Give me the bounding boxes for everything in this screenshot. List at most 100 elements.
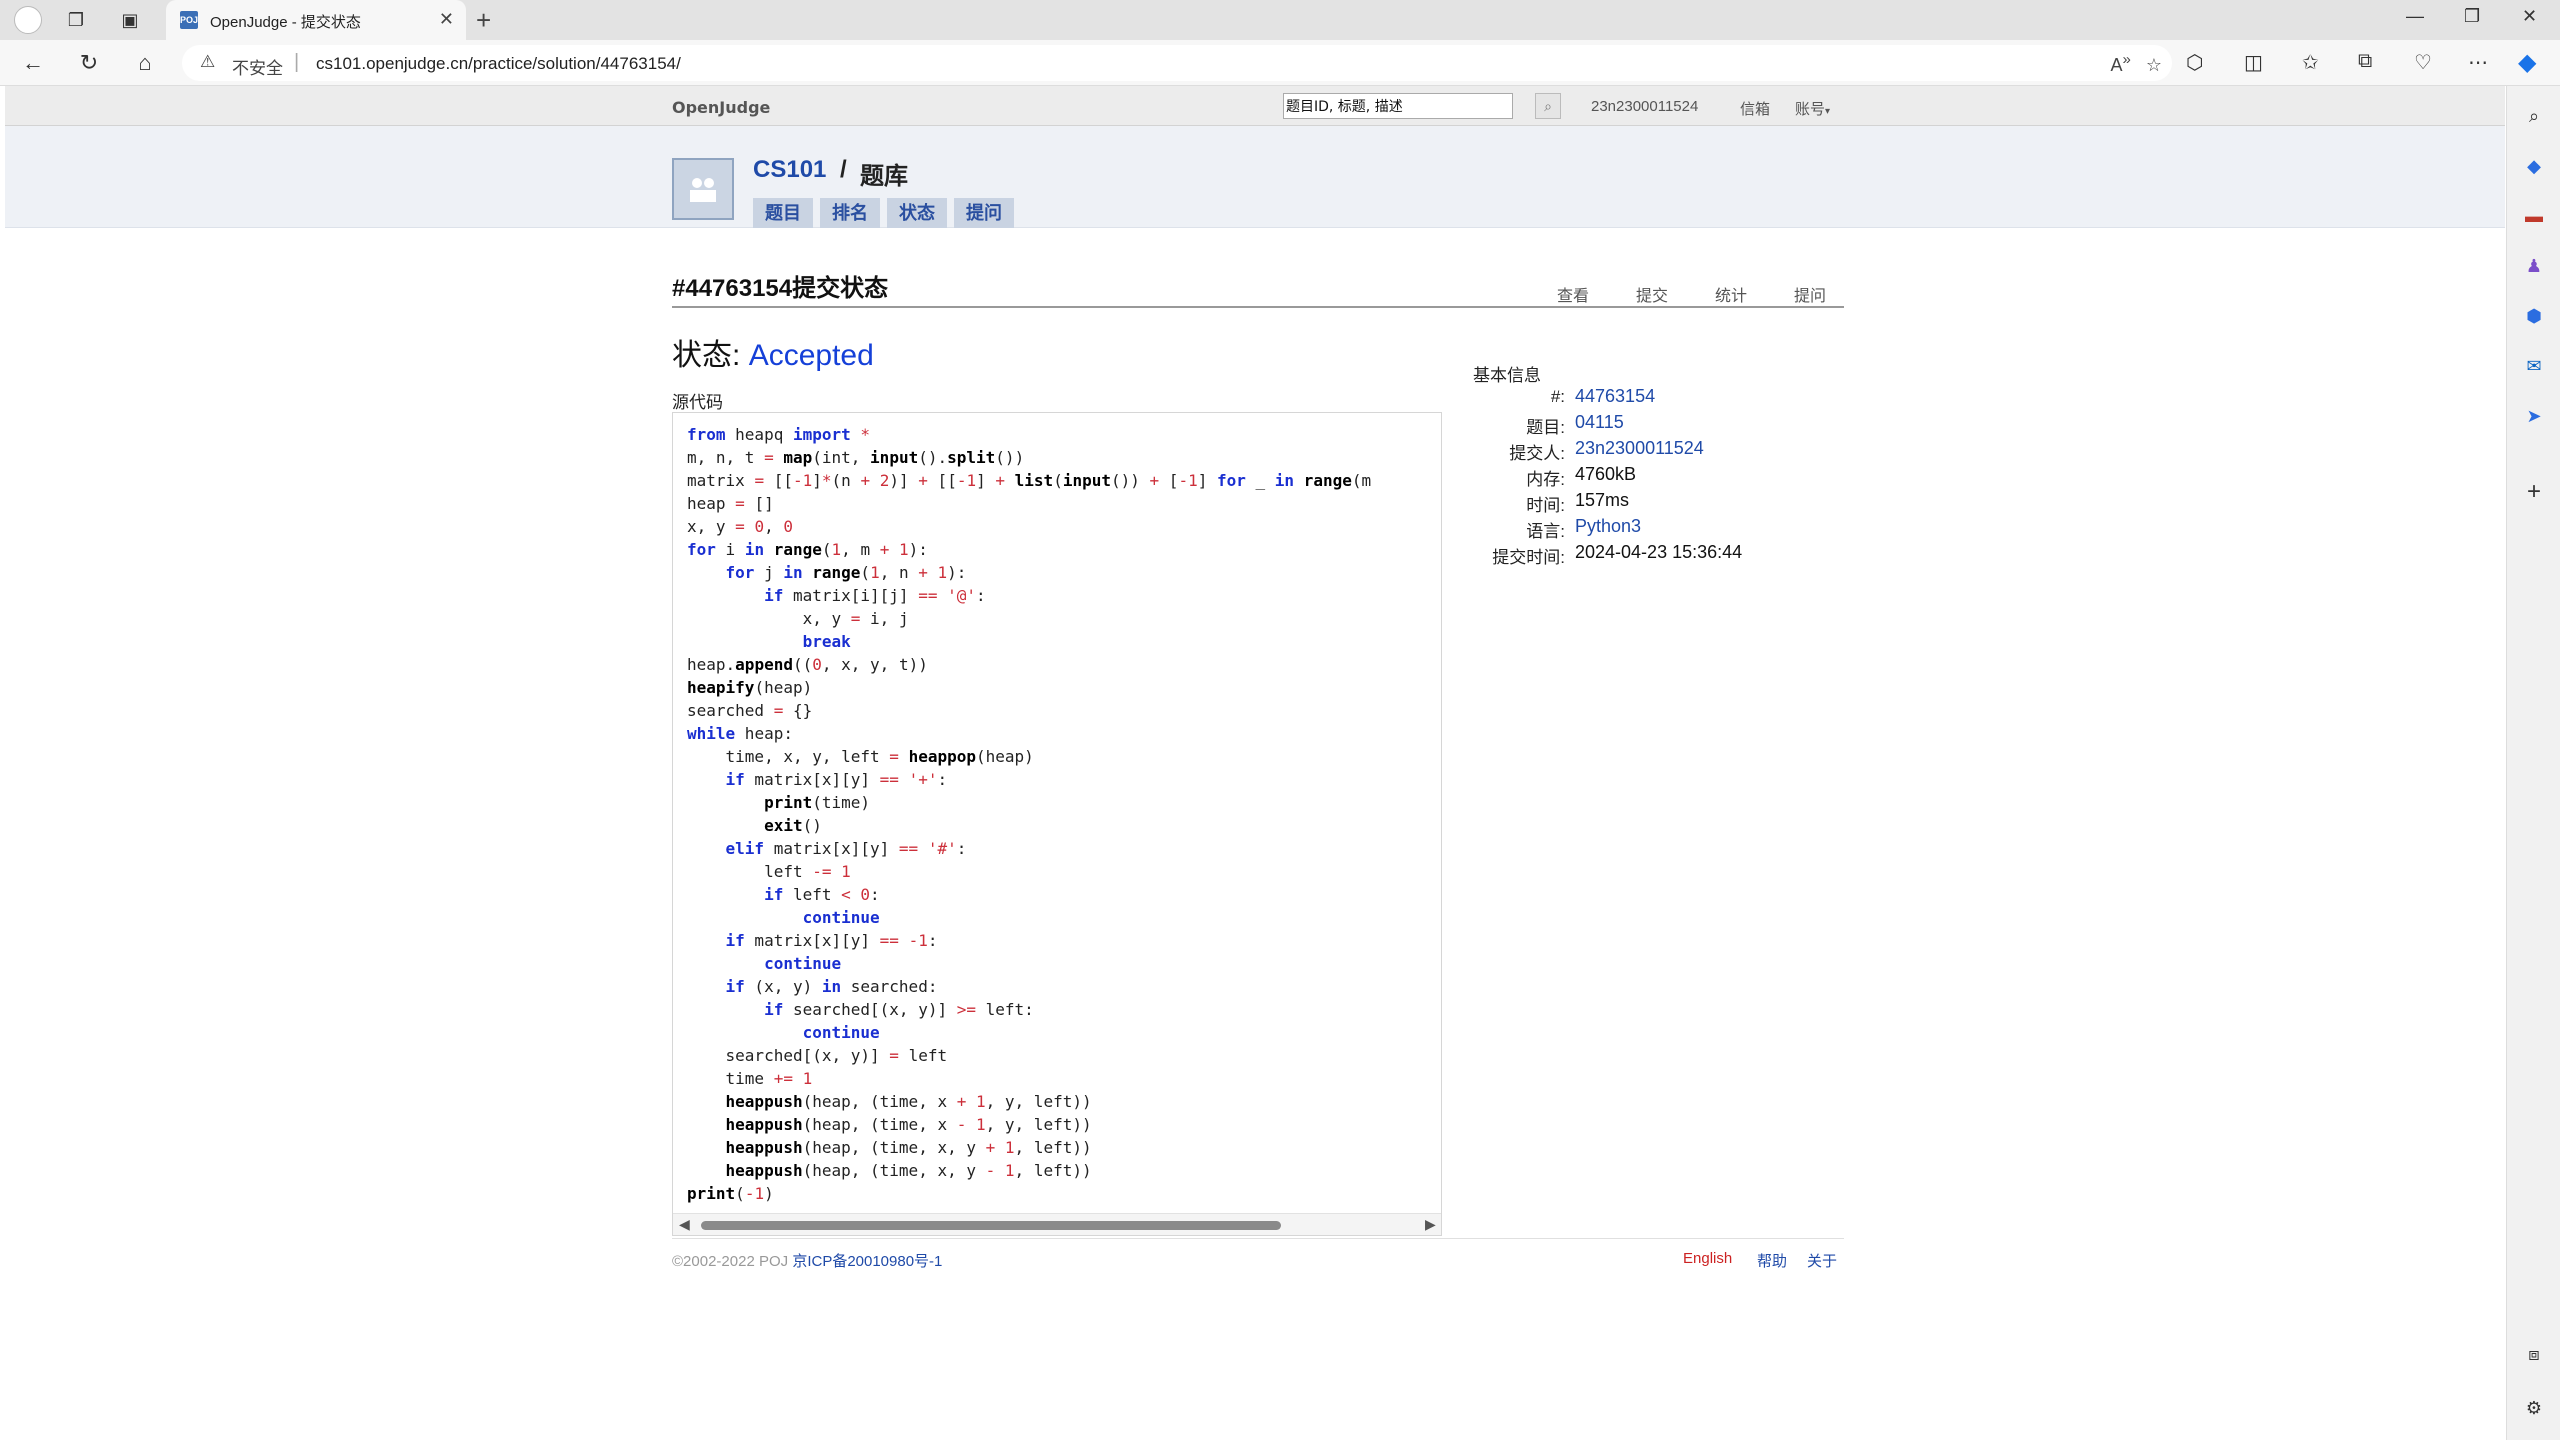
footer-copyright: ©2002-2022 POJ 京ICP备20010980号-1 bbox=[672, 1250, 942, 1271]
subnav-stats[interactable]: 统计 bbox=[1715, 282, 1747, 306]
refresh-icon[interactable]: ↻ bbox=[74, 48, 104, 78]
scroll-left-icon[interactable]: ◀ bbox=[679, 1216, 690, 1233]
browser-essentials-icon[interactable]: ♡ bbox=[2414, 50, 2432, 75]
favorites-icon[interactable]: ✩ bbox=[2302, 50, 2319, 75]
sidebar-settings-icon[interactable]: ⚙ bbox=[2522, 1396, 2546, 1420]
info-label: 内存: bbox=[1526, 470, 1565, 489]
info-value[interactable]: 44763154 bbox=[1575, 386, 1655, 407]
code-line: if matrix[x][y] == '+': bbox=[725, 770, 948, 789]
info-label: 题目: bbox=[1526, 418, 1565, 437]
info-title: 基本信息 bbox=[1473, 366, 1541, 385]
address-bar[interactable]: ⚠ 不安全 | cs101.openjudge.cn/practice/solu… bbox=[182, 45, 2172, 81]
restore-icon[interactable]: ❐ bbox=[2464, 6, 2480, 27]
code-line: x, y = i, j bbox=[687, 609, 909, 628]
user-link[interactable]: 23n2300011524 bbox=[1591, 98, 1698, 115]
code-line: if (x, y) in searched: bbox=[725, 977, 938, 996]
minimize-icon[interactable]: — bbox=[2406, 6, 2424, 27]
info-label: 提交人: bbox=[1509, 444, 1565, 463]
tab-questions[interactable]: 提问 bbox=[954, 198, 1014, 228]
code-line: heappush(heap, (time, x - 1, y, left)) bbox=[725, 1115, 1092, 1134]
sidebar-tools-icon[interactable]: ▬ bbox=[2522, 204, 2546, 228]
code-line: matrix = [[-1]*(n + 2)] + [[-1] + list(i… bbox=[687, 471, 1372, 490]
scroll-right-icon[interactable]: ▶ bbox=[1425, 1216, 1436, 1233]
horizontal-scrollbar[interactable]: ◀ ▶ bbox=[673, 1213, 1441, 1235]
search-input[interactable] bbox=[1283, 93, 1513, 119]
address-toolbar: ← ↻ ⌂ ⚠ 不安全 | cs101.openjudge.cn/practic… bbox=[0, 40, 2560, 86]
footer-about-link[interactable]: 关于 bbox=[1807, 1250, 1837, 1271]
tab-ranking[interactable]: 排名 bbox=[820, 198, 880, 228]
title-divider bbox=[672, 306, 1844, 308]
profile-avatar[interactable] bbox=[14, 6, 42, 34]
new-tab-icon[interactable]: + bbox=[476, 5, 491, 36]
web-page: OpenJudge ⌕ 23n2300011524 信箱 账号▾ CS101 /… bbox=[5, 86, 2505, 1436]
home-icon[interactable]: ⌂ bbox=[130, 48, 160, 78]
group-name-link[interactable]: CS101 bbox=[753, 156, 826, 184]
info-value[interactable]: Python3 bbox=[1575, 516, 1641, 537]
subnav-view[interactable]: 查看 bbox=[1557, 282, 1589, 306]
code-line: x, y = 0, 0 bbox=[687, 517, 793, 536]
icp-link[interactable]: 京ICP备20010980号-1 bbox=[792, 1253, 942, 1270]
tab-title: OpenJudge - 提交状态 bbox=[210, 14, 361, 31]
collections-icon[interactable]: ⧉ bbox=[2358, 50, 2372, 73]
code-line: break bbox=[802, 632, 851, 651]
vertical-tabs-icon[interactable]: ▣ bbox=[118, 8, 142, 32]
info-value[interactable]: 04115 bbox=[1575, 412, 1624, 433]
code-line: for j in range(1, n + 1): bbox=[725, 563, 967, 582]
sidebar-screenshot-icon[interactable]: ⧈ bbox=[2522, 1342, 2546, 1366]
site-topnav: OpenJudge ⌕ 23n2300011524 信箱 账号▾ bbox=[5, 86, 2505, 126]
search-icon[interactable]: ⌕ bbox=[1535, 93, 1561, 119]
sidebar-add-icon[interactable]: + bbox=[2522, 480, 2546, 504]
sidebar-games-icon[interactable]: ♟ bbox=[2522, 254, 2546, 278]
code-line: for i in range(1, m + 1): bbox=[687, 540, 928, 559]
back-icon[interactable]: ← bbox=[18, 48, 48, 78]
mail-link[interactable]: 信箱 bbox=[1740, 98, 1770, 119]
window-close-icon[interactable]: ✕ bbox=[2522, 6, 2537, 27]
extensions-icon[interactable]: ⬡ bbox=[2186, 50, 2203, 75]
sidebar-search-icon[interactable]: ⌕ bbox=[2522, 104, 2546, 128]
footer-help-link[interactable]: 帮助 bbox=[1757, 1250, 1787, 1271]
code-line: from heapq import * bbox=[687, 425, 871, 444]
tab-close-icon[interactable]: ✕ bbox=[439, 9, 454, 30]
read-aloud-icon[interactable]: A» ☆ bbox=[2111, 51, 2163, 76]
code-line: heappush(heap, (time, x, y + 1, left)) bbox=[725, 1138, 1092, 1157]
sidebar-m365-icon[interactable]: ⬢ bbox=[2522, 304, 2546, 328]
workspaces-icon[interactable]: ❐ bbox=[64, 8, 88, 32]
group-section-title: 题库 bbox=[860, 163, 908, 190]
subnav-submit[interactable]: 提交 bbox=[1636, 282, 1668, 306]
info-value: 157ms bbox=[1575, 490, 1630, 510]
footer-english-link[interactable]: English bbox=[1683, 1250, 1732, 1267]
code-line: elif matrix[x][y] == '#': bbox=[725, 839, 967, 858]
subnav-ask[interactable]: 提问 bbox=[1794, 282, 1826, 306]
browser-tab-active[interactable]: POJ OpenJudge - 提交状态 ✕ bbox=[166, 0, 466, 40]
account-menu[interactable]: 账号▾ bbox=[1795, 98, 1830, 119]
copyright-text: ©2002-2022 POJ bbox=[672, 1253, 789, 1270]
code-line: if matrix[x][y] == -1: bbox=[725, 931, 938, 950]
code-line: exit() bbox=[764, 816, 822, 835]
insecure-label: 不安全 bbox=[232, 59, 283, 78]
site-logo[interactable]: OpenJudge bbox=[672, 98, 770, 117]
sidebar-send-icon[interactable]: ➤ bbox=[2522, 404, 2546, 428]
source-code-label: 源代码 bbox=[672, 393, 723, 412]
scrollbar-thumb[interactable] bbox=[701, 1221, 1281, 1230]
split-screen-icon[interactable]: ◫ bbox=[2244, 50, 2263, 75]
info-label: 时间: bbox=[1526, 496, 1565, 515]
footer-divider bbox=[672, 1238, 1844, 1239]
copilot-icon[interactable]: ◆ bbox=[2518, 48, 2536, 77]
info-value[interactable]: 23n2300011524 bbox=[1575, 438, 1704, 459]
code-line: while heap: bbox=[687, 724, 793, 743]
sidebar-shopping-icon[interactable]: ◆ bbox=[2522, 154, 2546, 178]
code-viewport: from heapq import * m, n, t = map(int, in… bbox=[673, 413, 1441, 1213]
tab-status[interactable]: 状态 bbox=[887, 198, 947, 228]
sidebar-outlook-icon[interactable]: ✉ bbox=[2522, 354, 2546, 378]
source-code-block[interactable]: from heapq import * m, n, t = map(int, in… bbox=[672, 412, 1442, 1236]
url-separator: | bbox=[294, 51, 300, 73]
tab-problems[interactable]: 题目 bbox=[753, 198, 813, 228]
code-line: continue bbox=[764, 954, 842, 973]
code-line: heap.append((0, x, y, t)) bbox=[687, 655, 928, 674]
group-avatar bbox=[672, 158, 734, 220]
more-menu-icon[interactable]: ⋯ bbox=[2468, 50, 2488, 75]
code-line: left -= 1 bbox=[687, 862, 851, 881]
url-text[interactable]: cs101.openjudge.cn/practice/solution/447… bbox=[316, 54, 681, 74]
code-line: heap = [] bbox=[687, 494, 774, 513]
info-value: 2024-04-23 15:36:44 bbox=[1575, 542, 1743, 562]
